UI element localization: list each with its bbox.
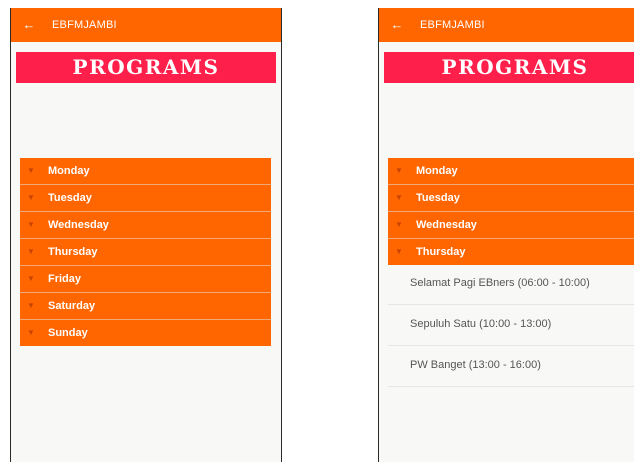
chevron-down-icon: ▼: [395, 193, 403, 202]
program-item[interactable]: Sepuluh Satu (10:00 - 13:00): [388, 305, 634, 346]
day-item-wednesday[interactable]: ▼ Wednesday: [388, 212, 634, 239]
programs-banner: PROGRAMS: [16, 52, 276, 83]
arrow-left-icon[interactable]: ←: [386, 8, 408, 42]
day-label: Thursday: [48, 246, 98, 258]
day-item-wednesday[interactable]: ▼ Wednesday: [20, 212, 271, 239]
app-bar: ← EBFMJAMBI: [379, 8, 634, 42]
program-list: Selamat Pagi EBners (06:00 - 10:00) Sepu…: [388, 264, 634, 387]
day-item-friday[interactable]: ▼ Friday: [20, 266, 271, 293]
chevron-down-icon: ▼: [27, 166, 35, 175]
left-phone-screen: ← EBFMJAMBI PROGRAMS ▼ Monday ▼ Tuesday …: [10, 8, 282, 462]
chevron-down-icon: ▼: [27, 274, 35, 283]
program-item[interactable]: Selamat Pagi EBners (06:00 - 10:00): [388, 264, 634, 305]
arrow-left-icon[interactable]: ←: [18, 8, 40, 42]
day-list: ▼ Monday ▼ Tuesday ▼ Wednesday ▼ Thursda…: [20, 158, 271, 346]
day-list: ▼ Monday ▼ Tuesday ▼ Wednesday ▼ Thursda…: [388, 158, 634, 265]
day-label: Sunday: [48, 327, 88, 339]
chevron-down-icon: ▼: [395, 247, 403, 256]
day-label: Wednesday: [48, 219, 109, 231]
program-item[interactable]: PW Banget (13:00 - 16:00): [388, 346, 634, 387]
day-item-tuesday[interactable]: ▼ Tuesday: [388, 185, 634, 212]
day-item-tuesday[interactable]: ▼ Tuesday: [20, 185, 271, 212]
chevron-down-icon: ▼: [27, 301, 35, 310]
right-phone-screen: ← EBFMJAMBI PROGRAMS ▼ Monday ▼ Tuesday …: [378, 8, 634, 462]
day-item-thursday-expanded[interactable]: ▼ Thursday: [388, 239, 634, 265]
day-label: Monday: [416, 165, 458, 177]
day-item-thursday[interactable]: ▼ Thursday: [20, 239, 271, 266]
day-label: Wednesday: [416, 219, 477, 231]
chevron-down-icon: ▼: [27, 193, 35, 202]
day-item-sunday[interactable]: ▼ Sunday: [20, 320, 271, 346]
day-item-saturday[interactable]: ▼ Saturday: [20, 293, 271, 320]
day-label: Tuesday: [416, 192, 460, 204]
day-label: Saturday: [48, 300, 96, 312]
programs-banner: PROGRAMS: [384, 52, 634, 83]
app-bar: ← EBFMJAMBI: [11, 8, 281, 42]
day-label: Friday: [48, 273, 82, 285]
chevron-down-icon: ▼: [395, 220, 403, 229]
app-title: EBFMJAMBI: [52, 19, 117, 31]
day-label: Tuesday: [48, 192, 92, 204]
app-title: EBFMJAMBI: [420, 19, 485, 31]
day-item-monday[interactable]: ▼ Monday: [388, 158, 634, 185]
day-label: Thursday: [416, 246, 466, 258]
day-item-monday[interactable]: ▼ Monday: [20, 158, 271, 185]
chevron-down-icon: ▼: [395, 166, 403, 175]
day-label: Monday: [48, 165, 90, 177]
chevron-down-icon: ▼: [27, 328, 35, 337]
chevron-down-icon: ▼: [27, 247, 35, 256]
chevron-down-icon: ▼: [27, 220, 35, 229]
